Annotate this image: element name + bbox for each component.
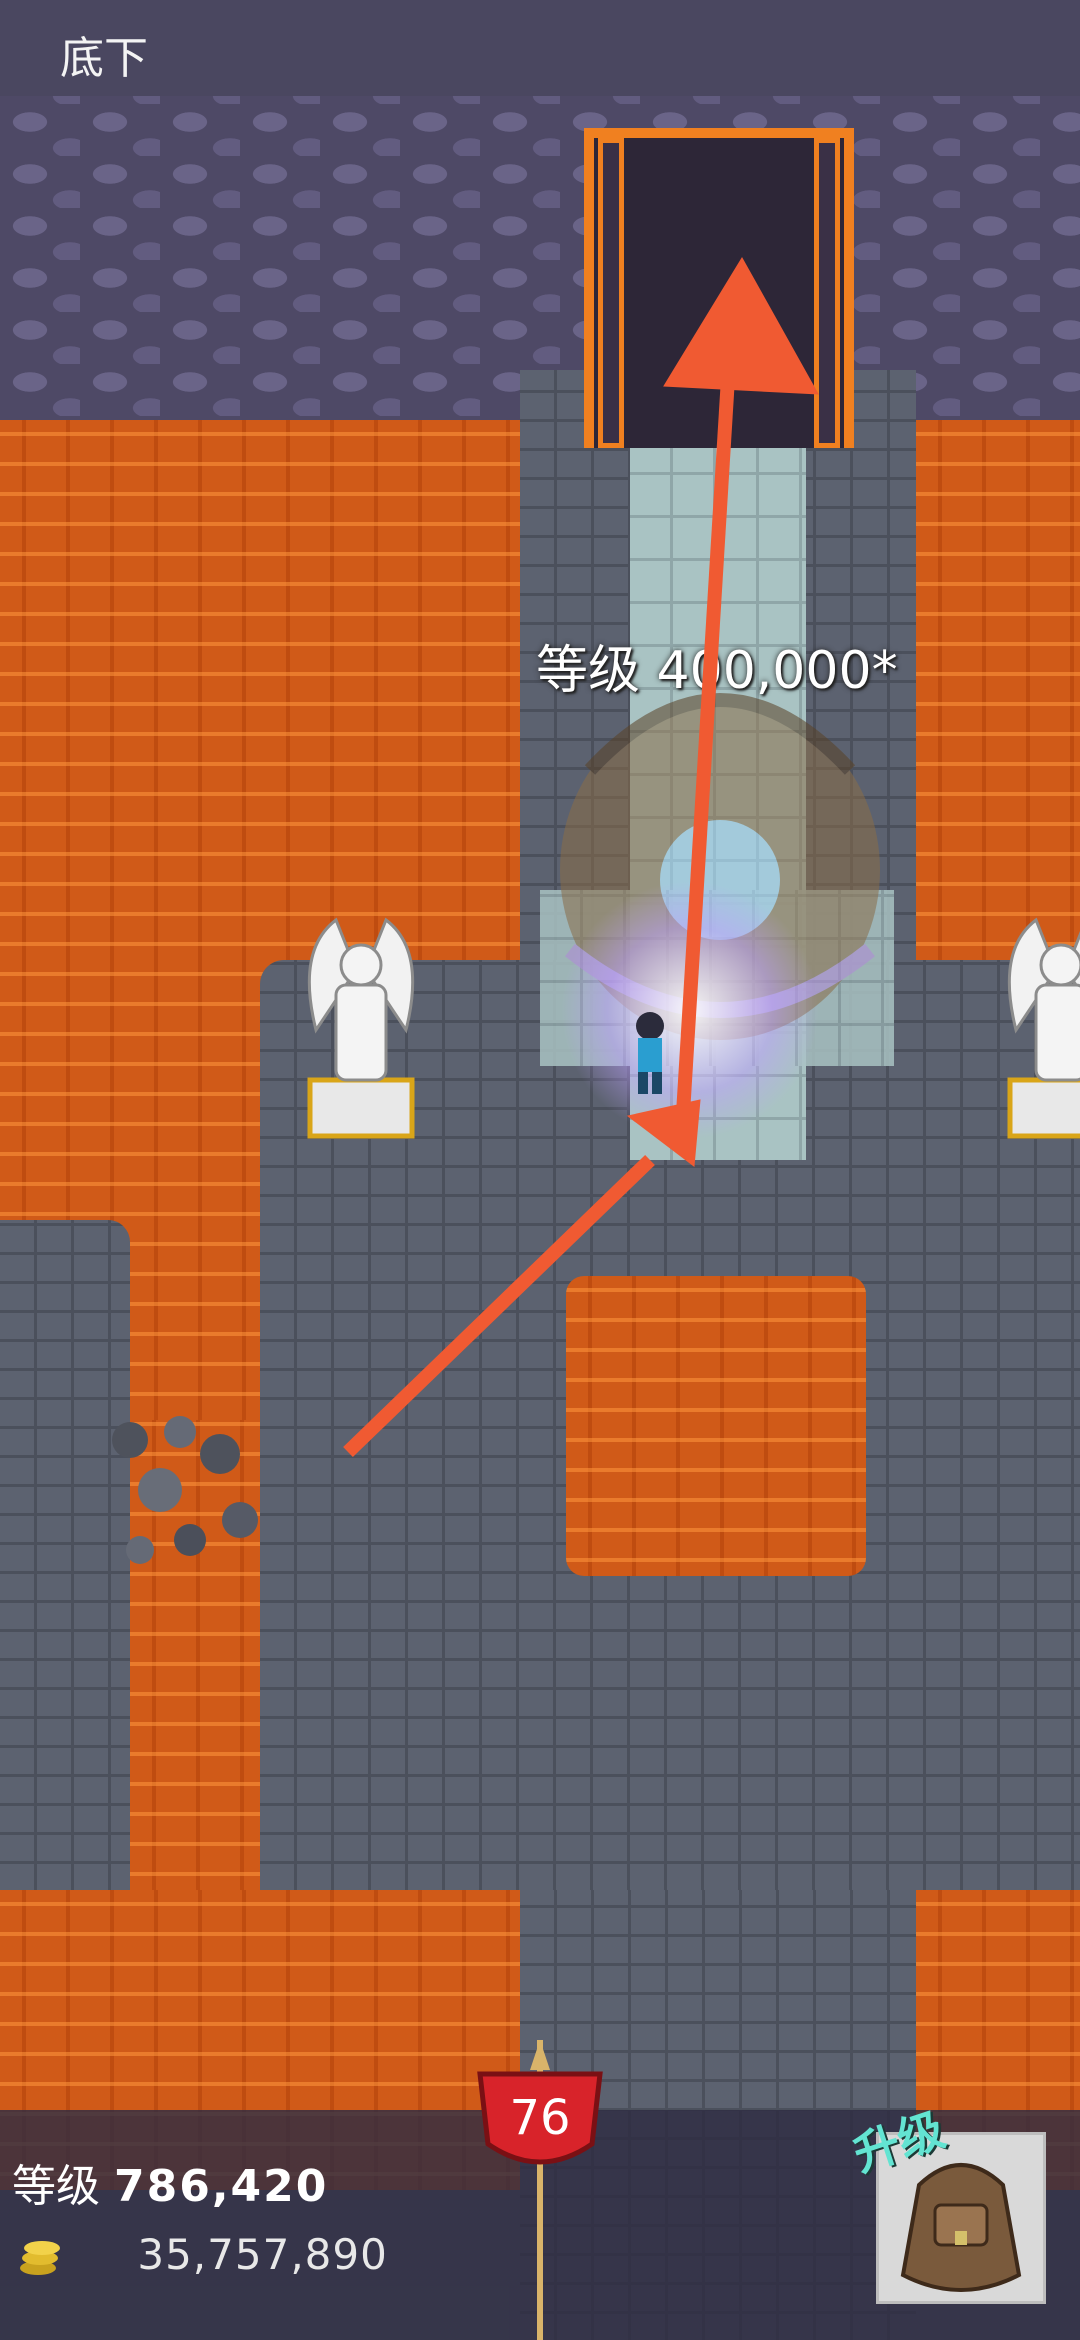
rubble-rocks [112, 1416, 258, 1564]
level-prefix: 等级 [12, 2161, 100, 2212]
gold-value: 35,757,890 [137, 2230, 388, 2279]
level-value: 786,420 [114, 2161, 329, 2212]
boss-level-label: 等级 400,000* [536, 641, 898, 701]
boss-aura [560, 880, 820, 1140]
gold-coins-icon [20, 2240, 60, 2275]
player-level: 等级 786,420 [12, 2150, 328, 2214]
location-title: 底下 [60, 33, 148, 84]
top-bar [0, 0, 1080, 96]
lava-pool-right [916, 420, 1080, 960]
dungeon-exit-door[interactable] [584, 128, 854, 448]
lava-pool-center [566, 1276, 866, 1576]
player-character[interactable] [626, 1010, 674, 1096]
gold-counter: 35,757,890 [18, 2230, 388, 2279]
angel-statue-left [307, 917, 415, 1139]
door-pillar-left [598, 138, 624, 448]
floor-level-badge[interactable]: 76 [470, 2040, 610, 2340]
floor-level-value: 76 [509, 2090, 570, 2146]
angel-statue-right [1007, 917, 1080, 1139]
door-pillar-right [814, 138, 840, 448]
